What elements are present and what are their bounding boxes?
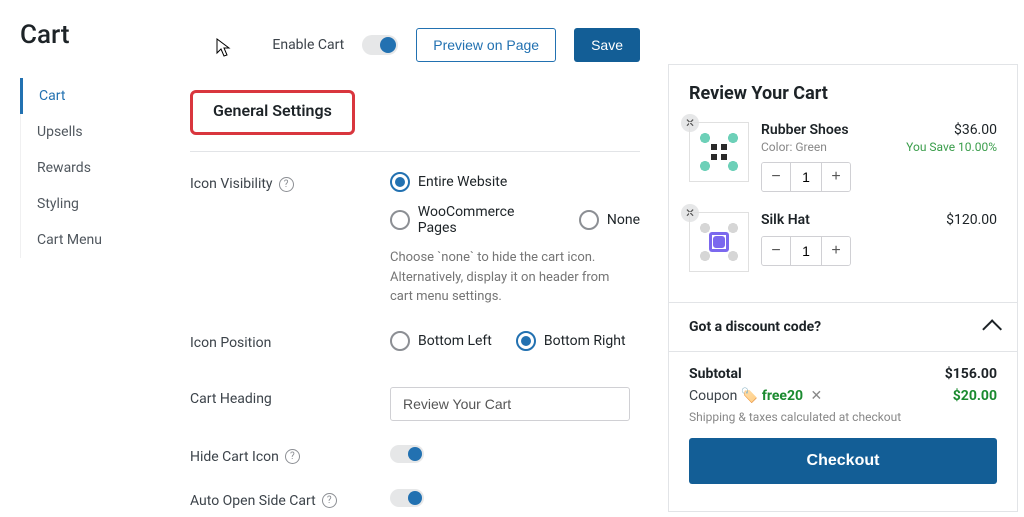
side-nav: Cart Upsells Rewards Styling Cart Menu <box>20 78 180 258</box>
tax-note: Shipping & taxes calculated at checkout <box>689 410 997 424</box>
toolbar: Enable Cart Preview on Page Save <box>190 28 640 62</box>
radio-none[interactable]: None <box>579 210 640 230</box>
hide-cart-icon-toggle[interactable] <box>390 445 424 463</box>
item-thumbnail <box>689 212 749 272</box>
item-savings: You Save 10.00% <box>906 140 997 154</box>
qty-decrease-button[interactable]: − <box>762 163 790 191</box>
checkout-button[interactable]: Checkout <box>689 438 997 484</box>
radio-woocommerce-pages[interactable]: WooCommerce Pages <box>390 204 555 236</box>
radio-entire-website[interactable]: Entire Website <box>390 172 507 192</box>
radio-label: Bottom Left <box>418 333 492 349</box>
cart-item: ✕ Rubber Shoes Color: Green − + $36.00 Y… <box>689 122 997 192</box>
radio-label: None <box>607 212 640 228</box>
page-title: Cart <box>20 20 180 50</box>
enable-cart-toggle[interactable] <box>362 35 398 55</box>
subtotal-value: $156.00 <box>945 366 997 382</box>
nav-item-rewards[interactable]: Rewards <box>21 150 180 186</box>
section-divider <box>190 151 640 152</box>
discount-heading: Got a discount code? <box>689 319 821 335</box>
radio-label: WooCommerce Pages <box>418 204 555 236</box>
cart-heading-input[interactable] <box>390 387 630 421</box>
enable-cart-label: Enable Cart <box>272 37 344 53</box>
radio-label: Bottom Right <box>544 333 626 349</box>
nav-item-cart[interactable]: Cart <box>20 78 180 114</box>
icon-visibility-label: Icon Visibility <box>190 176 273 192</box>
qty-increase-button[interactable]: + <box>822 163 850 191</box>
tag-icon: 🏷️ <box>741 388 758 404</box>
nav-item-cart-menu[interactable]: Cart Menu <box>21 222 180 258</box>
cursor-icon <box>216 38 232 58</box>
item-thumbnail <box>689 122 749 182</box>
radio-label: Entire Website <box>418 174 507 190</box>
preview-button[interactable]: Preview on Page <box>416 28 556 62</box>
help-icon[interactable]: ? <box>285 449 300 464</box>
auto-open-toggle[interactable] <box>390 489 424 507</box>
qty-input[interactable] <box>790 237 822 265</box>
quantity-stepper[interactable]: − + <box>761 162 851 192</box>
item-price: $36.00 <box>906 122 997 138</box>
cart-heading-label: Cart Heading <box>190 391 272 407</box>
qty-decrease-button[interactable]: − <box>762 237 790 265</box>
help-icon[interactable]: ? <box>279 177 294 192</box>
remove-coupon-button[interactable]: ✕ <box>811 388 823 404</box>
qty-input[interactable] <box>790 163 822 191</box>
coupon-label: Coupon <box>689 388 737 404</box>
auto-open-label: Auto Open Side Cart <box>190 493 316 509</box>
quantity-stepper[interactable]: − + <box>761 236 851 266</box>
hide-cart-icon-label: Hide Cart Icon <box>190 449 279 465</box>
cart-item: ✕ Silk Hat − + $120.00 <box>689 212 997 272</box>
item-price: $120.00 <box>946 212 997 228</box>
item-name: Silk Hat <box>761 212 934 228</box>
preview-title: Review Your Cart <box>689 83 997 104</box>
cart-preview-panel: Review Your Cart ✕ Rubber Shoes Color: G… <box>668 64 1018 512</box>
icon-position-label: Icon Position <box>190 335 271 351</box>
save-button[interactable]: Save <box>574 28 640 62</box>
section-highlight: General Settings <box>190 90 355 135</box>
item-meta: Color: Green <box>761 140 894 154</box>
item-name: Rubber Shoes <box>761 122 894 138</box>
nav-item-styling[interactable]: Styling <box>21 186 180 222</box>
coupon-code: free20 <box>762 388 803 404</box>
icon-visibility-help: Choose `none` to hide the cart icon. Alt… <box>390 248 630 307</box>
section-title: General Settings <box>213 101 332 120</box>
radio-bottom-left[interactable]: Bottom Left <box>390 331 492 351</box>
subtotal-label: Subtotal <box>689 366 742 382</box>
qty-increase-button[interactable]: + <box>822 237 850 265</box>
coupon-value: $20.00 <box>953 388 997 404</box>
discount-toggle[interactable]: Got a discount code? <box>669 302 1017 351</box>
nav-item-upsells[interactable]: Upsells <box>21 114 180 150</box>
radio-bottom-right[interactable]: Bottom Right <box>516 331 626 351</box>
help-icon[interactable]: ? <box>322 493 337 508</box>
chevron-up-icon <box>982 319 1002 339</box>
